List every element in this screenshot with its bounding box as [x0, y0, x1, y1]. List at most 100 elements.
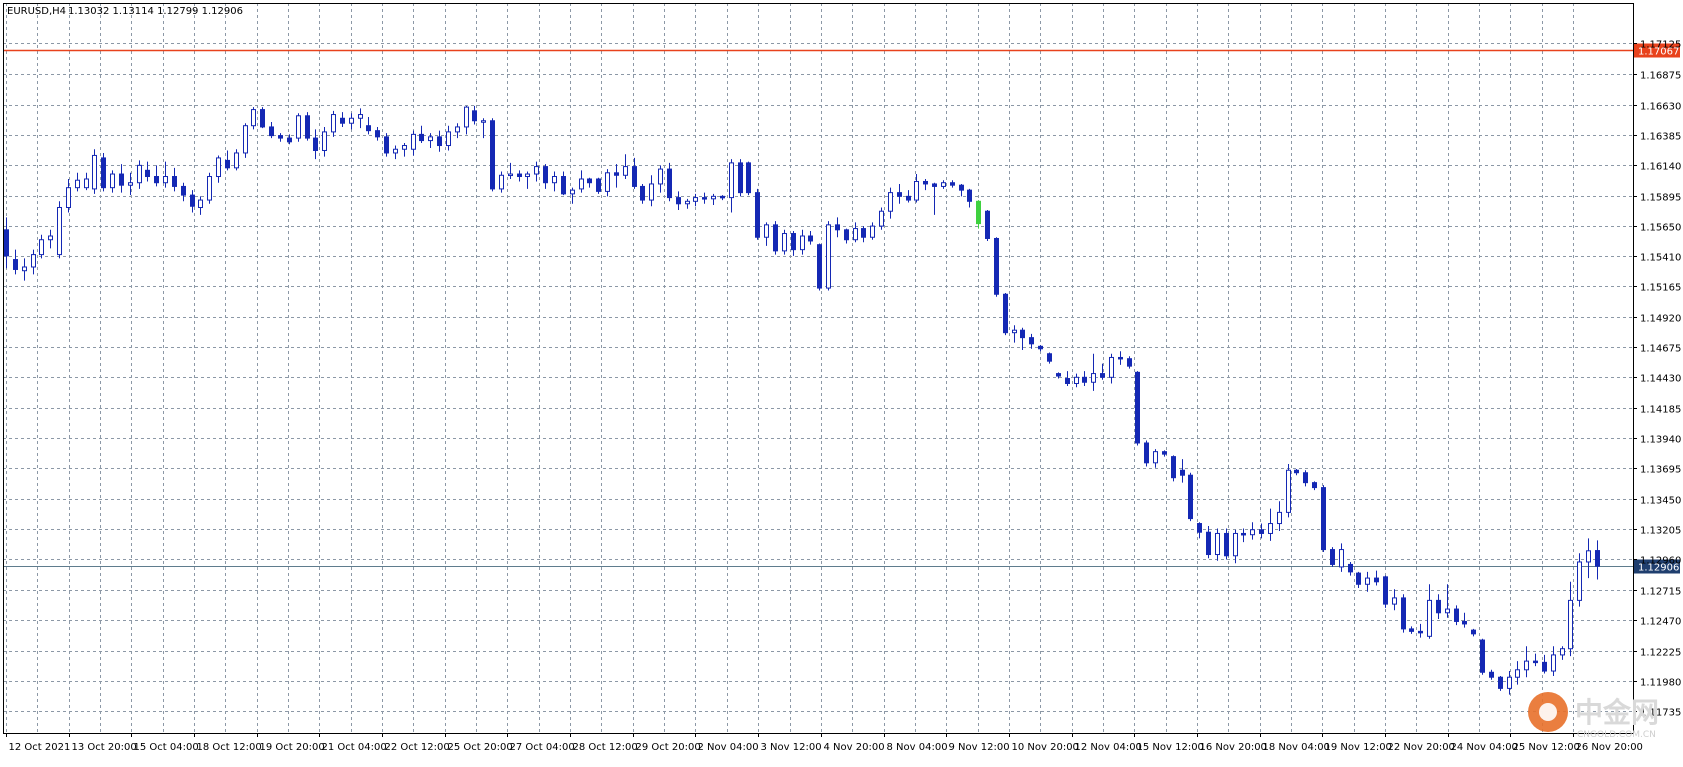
x-tick-label: 4 Nov 20:00 [824, 742, 885, 753]
candle-body-bear [1321, 487, 1326, 551]
x-tick-label: 13 Oct 20:00 [72, 742, 137, 753]
candle [1498, 675, 1503, 691]
ohlc-label: 1.13032 1.13114 1.12799 1.12906 [68, 6, 243, 17]
candle-body-bear [1294, 469, 1299, 474]
candle-body-bull [411, 133, 416, 150]
candle-body-bull [1268, 523, 1273, 534]
candle-body-bull [1568, 599, 1573, 650]
candle-body-bear [844, 229, 849, 241]
candle-body-bull [31, 254, 36, 268]
x-tick-label: 15 Nov 12:00 [1137, 742, 1204, 753]
candle-body-bear [1480, 639, 1485, 673]
candle-body-bear [1038, 345, 1043, 350]
candle [667, 162, 672, 202]
candle [1144, 440, 1149, 467]
candle-body-bull [870, 225, 875, 238]
candle [1135, 371, 1140, 446]
candle-body-bear [1436, 599, 1441, 614]
y-tick-label: 1.12715 [1640, 587, 1681, 598]
candle-body-bull [402, 145, 407, 150]
candle-body-bull [464, 106, 469, 128]
candle-body-bear [1303, 472, 1308, 484]
candle [1003, 293, 1008, 336]
candle-body-bear [1418, 630, 1423, 634]
candle-body-bear [517, 173, 522, 178]
candle-body-bull [198, 199, 203, 208]
candle-body-bear [1462, 620, 1467, 625]
candle-body-bull [251, 109, 256, 127]
x-tick-label: 18 Oct 12:00 [197, 742, 262, 753]
chart-window[interactable]: 1.17067 1.12906 1.17125 1.16875 1.16630 1.16… [0, 0, 1683, 763]
candle-body-bull [879, 210, 884, 227]
candle-body-bear [1409, 628, 1414, 632]
candle-body-bull [75, 179, 80, 189]
candle-body-bear [543, 166, 548, 184]
candle-body-bull [1560, 648, 1565, 656]
candle-body-bear [1356, 572, 1361, 585]
candle-body-bull [128, 182, 133, 186]
candle-body-bull [216, 157, 221, 178]
symbol-label: EURUSD,H4 [7, 6, 66, 17]
candle [826, 221, 831, 291]
candle-body-bull [800, 235, 805, 251]
x-tick-label: 19 Nov 12:00 [1325, 742, 1392, 753]
candle [57, 201, 62, 259]
candle-body-bull [826, 224, 831, 289]
candle-body-bull [525, 173, 530, 178]
watermark-cn-text: 中金网 [1575, 696, 1659, 729]
candle-body-bear [1206, 531, 1211, 556]
candle-body-bear [1401, 597, 1406, 630]
candle-body-bear [959, 184, 964, 191]
candle-body-bear [1162, 451, 1167, 455]
y-tick-label: 1.14430 [1640, 374, 1681, 385]
candle-body-bull [1515, 669, 1520, 678]
candle [746, 161, 751, 196]
y-tick-label: 1.14185 [1640, 405, 1681, 416]
candle-body-bull [534, 166, 539, 175]
candle [1286, 464, 1291, 518]
x-tick-label: 15 Oct 04:00 [134, 742, 199, 753]
candle-body-bull [499, 174, 504, 190]
candle-body-bull [481, 120, 486, 123]
y-tick-label: 1.16140 [1640, 162, 1681, 173]
candle-body-bear [145, 169, 150, 178]
candle-body-bear [1241, 532, 1246, 536]
candle-body-bear [1224, 532, 1229, 557]
candle-body-bear [1135, 371, 1140, 444]
candle-body-bull [914, 180, 919, 201]
candle-body-bull [1091, 373, 1096, 383]
candle-body-bear [791, 233, 796, 251]
candle-body-bull [623, 166, 628, 176]
candle-body-bear [746, 162, 751, 194]
candle-body-bull [358, 114, 363, 119]
candle-body-bull [428, 136, 433, 142]
y-tick-label: 1.11980 [1640, 678, 1681, 689]
x-tick-label: 10 Nov 20:00 [1012, 742, 1079, 753]
y-tick-label: 1.16385 [1640, 132, 1681, 143]
candle-body-bull [1365, 577, 1370, 585]
candle [101, 152, 106, 192]
candle-body-bear [1348, 563, 1353, 573]
x-tick-label: 16 Nov 20:00 [1200, 742, 1267, 753]
candle-body-bear [419, 133, 424, 142]
x-tick-label: 26 Nov 20:00 [1576, 742, 1643, 753]
candle [92, 149, 97, 194]
candle-body-bull [110, 173, 115, 189]
candle-body-bear [755, 192, 760, 238]
y-tick-label: 1.14920 [1640, 314, 1681, 325]
candle-body-bear [437, 136, 442, 147]
candle-body-bull [349, 117, 354, 124]
candle-body-bull [393, 148, 398, 154]
candle-body-bear [1127, 358, 1132, 367]
candlestick-chart[interactable]: 1.170671.12906 1.171251.168751.166301.16… [0, 0, 1683, 763]
candle-body-bear [225, 159, 230, 169]
x-tick-label: 25 Oct 20:00 [448, 742, 513, 753]
x-tick-label: 21 Oct 04:00 [322, 742, 387, 753]
candle-body-bear [1065, 378, 1070, 384]
candle [490, 118, 495, 192]
candle-body-bull [1109, 356, 1114, 378]
candle [1224, 528, 1229, 560]
candle-body-bear [994, 237, 999, 295]
candle-body-bear [1029, 337, 1034, 345]
candle [817, 243, 822, 291]
